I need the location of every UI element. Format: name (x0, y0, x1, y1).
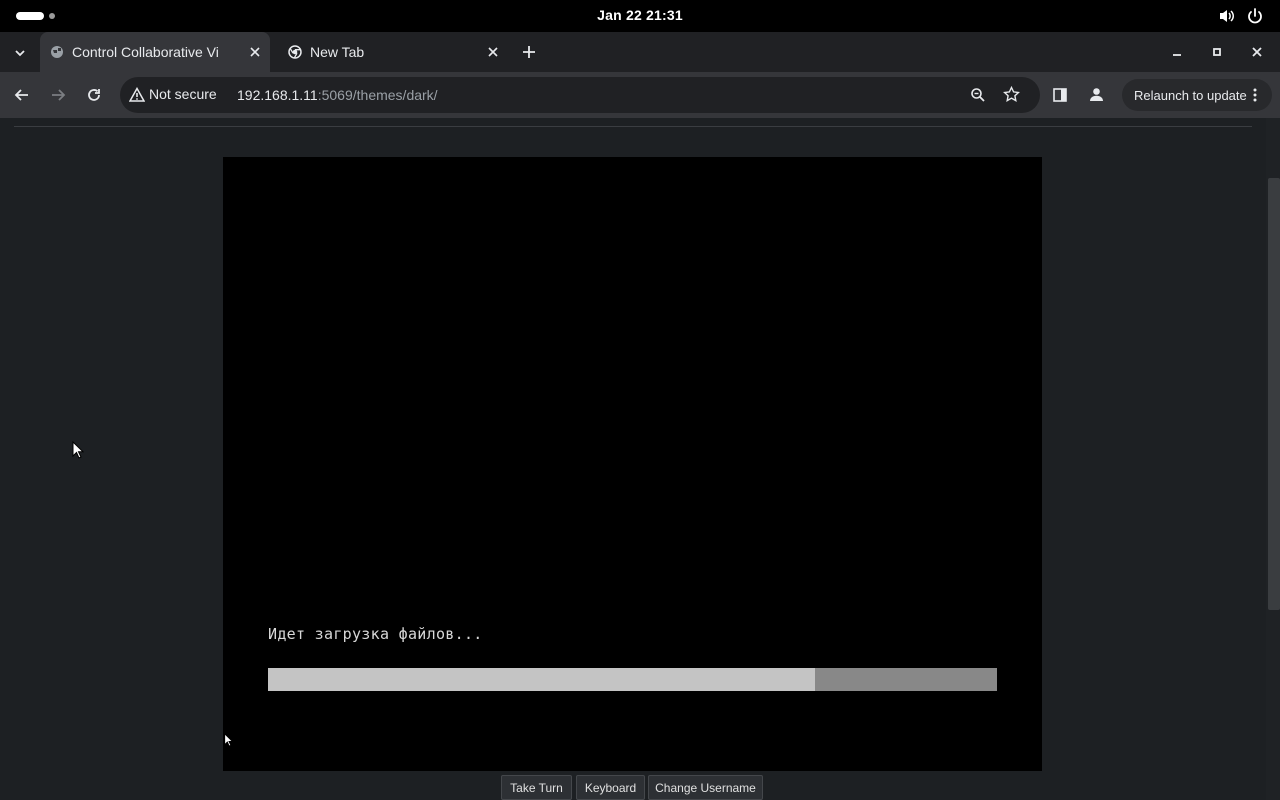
forward-arrow-icon[interactable] (50, 87, 66, 103)
take-turn-button[interactable]: Take Turn (501, 775, 572, 800)
url-host: 192.168.1.11 (237, 87, 318, 103)
keyboard-button[interactable]: Keyboard (576, 775, 645, 800)
vm-screen[interactable]: Идет загрузка файлов... (223, 157, 1042, 771)
url-path: :5069/themes/dark/ (317, 87, 438, 103)
warning-icon[interactable] (129, 87, 145, 103)
maximize-icon[interactable] (1209, 44, 1225, 60)
scrollbar-thumb[interactable] (1268, 178, 1280, 610)
page-viewport: Идет загрузка файлов... Take Turn Keyboa… (0, 118, 1280, 800)
url-text[interactable]: 192.168.1.11:5069/themes/dark/ (237, 87, 438, 103)
profile-avatar-icon[interactable] (1088, 86, 1105, 103)
chrome-icon (288, 45, 302, 59)
bookmark-star-icon[interactable] (1003, 86, 1020, 103)
security-status[interactable]: Not secure (149, 86, 217, 102)
relaunch-label: Relaunch to update (1134, 88, 1247, 103)
zoom-icon[interactable] (970, 87, 986, 103)
minimize-icon[interactable] (1169, 44, 1185, 60)
system-clock[interactable]: Jan 22 21:31 (0, 7, 1280, 23)
tab-title: Control Collaborative Vi (72, 44, 219, 60)
globe-icon (51, 46, 63, 58)
relaunch-button[interactable]: Relaunch to update (1122, 79, 1272, 111)
vm-progress-fill (268, 668, 815, 691)
vm-progress-bar (268, 668, 997, 691)
tab-title: New Tab (310, 44, 365, 60)
vm-status-text: Идет загрузка файлов... (268, 625, 483, 643)
new-tab-plus-icon[interactable] (521, 44, 537, 60)
volume-icon[interactable] (1218, 8, 1236, 24)
tab-new-tab[interactable]: New Tab (278, 32, 508, 72)
page-scrollbar[interactable] (1266, 118, 1280, 800)
side-panel-icon[interactable] (1052, 87, 1068, 103)
system-top-bar: Jan 22 21:31 (0, 0, 1280, 32)
divider (14, 126, 1252, 127)
reload-icon[interactable] (86, 87, 102, 103)
power-icon[interactable] (1246, 8, 1264, 24)
close-tab-icon[interactable] (247, 44, 263, 60)
remote-cursor-icon (224, 733, 233, 747)
back-arrow-icon[interactable] (14, 87, 30, 103)
browser-tab-strip: Control Collaborative Vi New Tab (0, 32, 1280, 72)
tab-search-chevron-icon[interactable] (12, 45, 28, 61)
kebab-menu-icon[interactable] (1252, 87, 1258, 103)
change-username-button[interactable]: Change Username (648, 775, 763, 800)
close-tab-icon[interactable] (485, 44, 501, 60)
close-window-icon[interactable] (1249, 44, 1265, 60)
mouse-cursor-icon (72, 441, 84, 459)
tab-control-collaborative[interactable]: Control Collaborative Vi (40, 32, 270, 72)
